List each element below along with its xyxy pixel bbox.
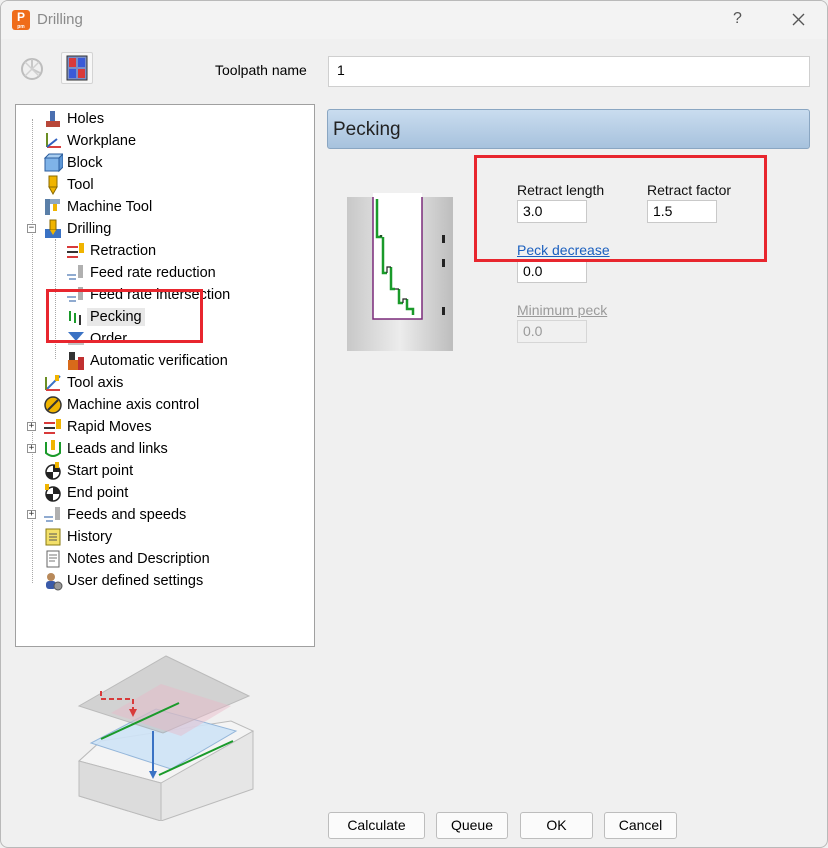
leads-and-links-icon (43, 439, 63, 459)
drilling-illustration (77, 655, 255, 821)
section-title: Pecking (333, 119, 401, 140)
tree-item-label: Holes (67, 111, 105, 127)
machine-tool-icon (43, 197, 63, 217)
title-bar: Ppm Drilling ? (1, 1, 827, 39)
tree-item-label: Machine axis control (67, 397, 200, 413)
peck-decrease-input[interactable]: 0.0 (517, 260, 587, 283)
cancel-button[interactable]: Cancel (604, 812, 677, 839)
workplane-icon (43, 131, 63, 151)
ok-button[interactable]: OK (520, 812, 593, 839)
leads-and-links-expand-toggle[interactable]: + (27, 444, 36, 453)
toolpath-preview-icon (66, 55, 88, 81)
end-point-icon (43, 483, 63, 503)
drilling-icon (43, 219, 63, 239)
tree-item-label: Notes and Description (67, 551, 210, 567)
tree-item-block[interactable]: Block (43, 152, 103, 173)
pecking-section-header: Pecking (327, 109, 810, 149)
tree-item-label: Block (67, 155, 103, 171)
holes-icon (43, 109, 63, 129)
automatic-verification-icon (66, 351, 86, 371)
app-icon: Ppm (12, 10, 30, 30)
tree-item-label: Leads and links (67, 441, 168, 457)
drilling-collapse-toggle[interactable]: − (27, 224, 36, 233)
tree-item-leads-and-links[interactable]: Leads and links (43, 439, 168, 459)
tree-item-machine-tool[interactable]: Machine Tool (43, 197, 152, 217)
tree-item-retraction[interactable]: Retraction (66, 241, 156, 261)
tree-item-tool-axis[interactable]: Tool axis (43, 373, 123, 393)
settings-tree: Holes Workplane Block Tool Machine Tool … (15, 104, 315, 647)
tree-item-notes[interactable]: Notes and Description (43, 549, 210, 569)
feeds-and-speeds-expand-toggle[interactable]: + (27, 510, 36, 519)
rapid-moves-icon (43, 417, 63, 437)
window-title: Drilling (37, 11, 83, 28)
tree-item-machine-axis-control[interactable]: Machine axis control (43, 395, 199, 415)
tree-item-label: End point (67, 485, 129, 501)
tree-item-label: Feed rate reduction (90, 265, 216, 281)
tree-item-label: Automatic verification (90, 353, 228, 369)
tree-item-label: Retraction (90, 243, 157, 259)
toolpath-preview-button[interactable] (61, 52, 93, 84)
tree-item-feeds-and-speeds[interactable]: Feeds and speeds (43, 505, 186, 525)
highlight-box-pecking (46, 289, 203, 343)
tree-item-tool[interactable]: Tool (43, 175, 94, 196)
tree-item-drilling[interactable]: Drilling (43, 219, 111, 239)
feed-rate-reduction-icon (66, 263, 86, 283)
tree-item-rapid-moves[interactable]: Rapid Moves (43, 417, 152, 437)
drilling-dialog: Ppm Drilling ? Toolpath name 1 Holes Wor… (0, 0, 828, 848)
highlight-box-retract (474, 155, 767, 262)
rapid-moves-expand-toggle[interactable]: + (27, 422, 36, 431)
tree-item-feed-rate-reduction[interactable]: Feed rate reduction (66, 263, 216, 283)
minimum-peck-input: 0.0 (517, 320, 587, 343)
tree-item-automatic-verification[interactable]: Automatic verification (66, 351, 228, 371)
retraction-icon (66, 241, 86, 261)
tree-item-label: Start point (67, 463, 134, 479)
toolpath-name-input[interactable]: 1 (328, 56, 810, 87)
close-icon (792, 13, 805, 26)
tree-item-label: History (67, 529, 113, 545)
minimum-peck-label: Minimum peck (517, 302, 608, 318)
machine-axis-control-icon (43, 395, 63, 415)
tree-item-workplane[interactable]: Workplane (43, 131, 136, 151)
user-settings-icon (43, 571, 63, 591)
calculate-button[interactable]: Calculate (328, 812, 425, 839)
tree-item-end-point[interactable]: End point (43, 483, 128, 503)
tree-item-user-settings[interactable]: User defined settings (43, 571, 203, 591)
tree-item-history[interactable]: History (43, 527, 112, 547)
queue-button[interactable]: Queue (436, 812, 508, 839)
tree-item-holes[interactable]: Holes (43, 109, 104, 129)
tree-item-label: Workplane (67, 133, 137, 149)
toolpath-name-label: Toolpath name (215, 62, 307, 78)
help-button[interactable]: ? (733, 10, 742, 28)
tree-item-label: Tool (67, 177, 94, 193)
tree-item-label: Feeds and speeds (67, 507, 187, 523)
simulate-icon (21, 58, 43, 80)
tool-axis-icon (43, 373, 63, 393)
close-button[interactable] (784, 4, 814, 34)
tree-item-start-point[interactable]: Start point (43, 461, 133, 481)
block-icon (43, 152, 65, 173)
tree-item-label: User defined settings (67, 573, 204, 589)
tree-item-label: Drilling (67, 221, 112, 237)
tree-item-label: Machine Tool (67, 199, 153, 215)
feeds-and-speeds-icon (43, 505, 63, 525)
tree-item-label: Rapid Moves (67, 419, 152, 435)
start-point-icon (43, 461, 63, 481)
tool-icon (43, 175, 63, 196)
notes-icon (43, 549, 63, 569)
simulate-button[interactable] (15, 52, 47, 84)
history-icon (43, 527, 63, 547)
pecking-diagram (347, 193, 453, 351)
tree-item-label: Tool axis (67, 375, 124, 391)
